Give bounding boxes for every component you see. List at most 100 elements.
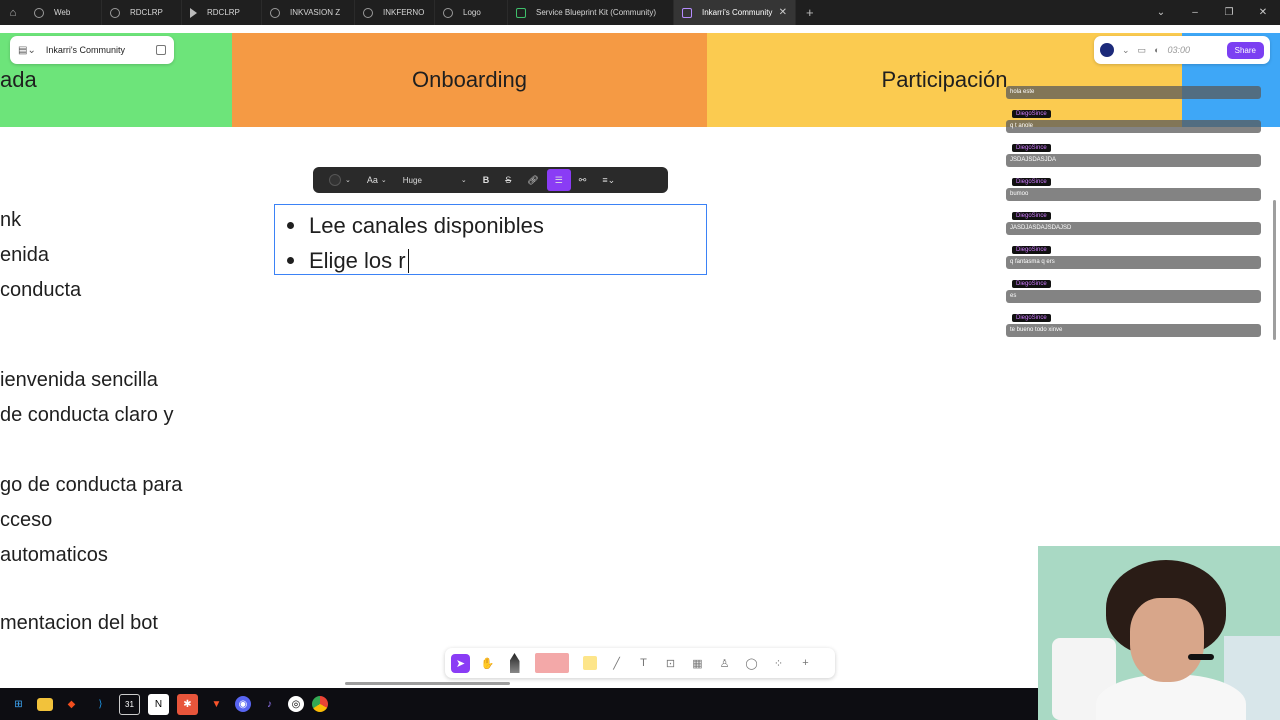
browser-tab[interactable]: RDCLRP xyxy=(182,0,262,25)
restore-icon[interactable]: ❐ xyxy=(1212,7,1246,18)
horizontal-scrollbar[interactable] xyxy=(345,682,510,685)
list-item[interactable]: Lee canales disponibles xyxy=(287,208,706,243)
windows-start-icon[interactable]: ⊞ xyxy=(8,694,29,715)
text-tool-icon[interactable]: T xyxy=(634,654,653,673)
bullet-icon xyxy=(287,257,294,264)
document-menu[interactable]: ▤⌄ Inkarri's Community xyxy=(10,36,174,64)
stamp-icon[interactable]: ♙ xyxy=(715,654,734,673)
browser-tab-active[interactable]: Inkarri's Community ✕ xyxy=(674,0,796,25)
browser-tab[interactable]: Web xyxy=(26,0,102,25)
hand-icon[interactable]: ✋ xyxy=(478,654,497,673)
sticky-note-icon[interactable] xyxy=(580,654,599,673)
canvas-text[interactable]: automaticos xyxy=(0,544,108,567)
align-icon[interactable]: ≡⌄ xyxy=(594,167,623,193)
close-window-icon[interactable]: ✕ xyxy=(1246,7,1280,18)
minimize-icon[interactable]: – xyxy=(1178,7,1212,18)
canvas-text[interactable]: go de conducta para xyxy=(0,474,182,497)
chevron-down-icon: ⌄ xyxy=(380,177,387,184)
bullet-list-icon[interactable]: ☰ xyxy=(546,169,571,191)
canvas-text[interactable]: conducta xyxy=(0,279,81,302)
drawing-toolbar: ➤ ✋ ╱ T ⊡ ▦ ♙ ◯ ⁘ + xyxy=(445,648,835,678)
chevron-down-icon[interactable]: ⌄ xyxy=(1122,45,1130,56)
bold-button[interactable]: B xyxy=(475,167,498,193)
figma-icon[interactable]: ◆ xyxy=(61,694,82,715)
lane-header[interactable]: Onboarding xyxy=(232,33,707,127)
line-icon[interactable]: ╱ xyxy=(607,654,626,673)
browser-tab[interactable]: INKFERNO xyxy=(355,0,435,25)
color-swatch-icon xyxy=(329,174,341,186)
chat-overlay: hola este DiegoSince q t anole DiegoSince… xyxy=(1006,86,1261,340)
notion-icon[interactable]: N xyxy=(148,693,169,715)
avatar[interactable] xyxy=(1100,43,1114,57)
frame-icon[interactable]: ⊡ xyxy=(661,654,680,673)
discord-icon[interactable]: ◉ xyxy=(235,696,251,712)
file-explorer-icon[interactable] xyxy=(37,697,53,711)
chat-message: DiegoSince te bueno todo xinve xyxy=(1006,306,1261,337)
strikethrough-button[interactable]: S xyxy=(497,167,519,193)
canvas-text[interactable]: ienvenida sencilla xyxy=(0,369,158,392)
app-icon[interactable]: ✱ xyxy=(177,693,198,715)
select-cursor-icon[interactable]: ➤ xyxy=(451,653,470,673)
canvas-text[interactable]: de conducta claro y xyxy=(0,404,173,427)
chat-message: DiegoSince q fantasma q ers xyxy=(1006,238,1261,269)
share-button[interactable]: Share xyxy=(1226,41,1264,59)
browser-tab[interactable]: RDCLRP xyxy=(102,0,182,25)
browser-tab[interactable]: INKVASION Z xyxy=(262,0,355,25)
link-icon xyxy=(363,7,373,18)
text-caret xyxy=(407,248,409,273)
canvas-text[interactable]: cceso xyxy=(0,509,52,532)
vscode-icon[interactable]: ⟩ xyxy=(90,694,111,715)
webcam-feed xyxy=(1038,546,1280,720)
selected-text-box[interactable]: Lee canales disponibles Elige los r xyxy=(274,204,707,275)
brave-icon[interactable]: ▼ xyxy=(206,694,227,715)
chat-message: DiegoSince es xyxy=(1006,272,1261,303)
copy-icon[interactable] xyxy=(156,45,166,55)
eraser-icon[interactable] xyxy=(532,653,572,673)
link-icon xyxy=(443,7,453,18)
os-taskbar: ⊞ ◆ ⟩ 31 N ✱ ▼ ◉ ♪ ◎ xyxy=(0,688,1038,720)
text-color-picker[interactable]: ⌄ xyxy=(321,167,359,193)
add-icon[interactable]: + xyxy=(796,654,815,673)
bullet-icon xyxy=(287,222,294,229)
pen-icon[interactable] xyxy=(505,653,524,673)
timer-icon[interactable]: ◐ xyxy=(1154,45,1159,55)
chat-message: hola este xyxy=(1006,86,1261,99)
link-icon[interactable]: 🔗︎ xyxy=(519,167,546,193)
panel-icon[interactable]: ▭ xyxy=(1138,45,1147,56)
app-icon[interactable]: ♪ xyxy=(259,694,280,715)
widgets-icon[interactable]: ⁘ xyxy=(769,654,788,673)
screen: ⌂ Web RDCLRP RDCLRP INKVASION Z INKFERNO… xyxy=(0,0,1280,720)
home-icon[interactable]: ⌂ xyxy=(0,0,26,25)
chat-message: DiegoSince q t anole xyxy=(1006,102,1261,133)
calendar-icon[interactable]: 31 xyxy=(119,693,140,715)
list-item[interactable]: Elige los r xyxy=(287,243,706,278)
font-family-select[interactable]: Aa ⌄ xyxy=(359,167,395,193)
connector-icon[interactable]: ⚯ xyxy=(571,167,595,193)
document-title: Inkarri's Community xyxy=(45,45,126,55)
format-toolbar: ⌄ Aa ⌄ Huge ⌄ B S 🔗︎ ☰ ⚯ ≡⌄ xyxy=(313,167,668,193)
play-icon xyxy=(190,7,197,18)
browser-tab[interactable]: Logo xyxy=(435,0,508,25)
browser-tab-bar: ⌂ Web RDCLRP RDCLRP INKVASION Z INKFERNO… xyxy=(0,0,1280,25)
font-size-select[interactable]: Huge ⌄ xyxy=(395,167,475,193)
chevron-down-icon: ⌄ xyxy=(345,177,351,184)
globe-icon xyxy=(34,7,44,18)
obs-icon[interactable]: ◎ xyxy=(288,696,304,712)
comment-icon[interactable]: ◯ xyxy=(742,654,761,673)
link-icon xyxy=(110,7,120,18)
chevron-down-icon: ⌄ xyxy=(460,177,467,184)
new-tab-icon[interactable]: + xyxy=(796,5,824,20)
canvas-text[interactable]: enida xyxy=(0,244,49,267)
tab-search-icon[interactable]: ⌄ xyxy=(1144,7,1178,18)
chrome-icon[interactable] xyxy=(312,696,328,712)
browser-tab[interactable]: Service Blueprint Kit (Community) xyxy=(508,0,674,25)
close-tab-icon[interactable]: ✕ xyxy=(779,7,787,18)
timer-display[interactable]: 03:00 xyxy=(1168,45,1191,55)
menu-icon[interactable]: ▤⌄ xyxy=(18,45,36,56)
table-icon[interactable]: ▦ xyxy=(688,654,707,673)
canvas-text[interactable]: mentacion del bot xyxy=(0,612,158,635)
chat-message: DiegoSince JSDAJSDASJDA xyxy=(1006,136,1261,167)
canvas-text[interactable]: nk xyxy=(0,209,21,232)
chat-message: DiegoSince bumoo xyxy=(1006,170,1261,201)
vertical-scrollbar[interactable] xyxy=(1273,200,1276,340)
